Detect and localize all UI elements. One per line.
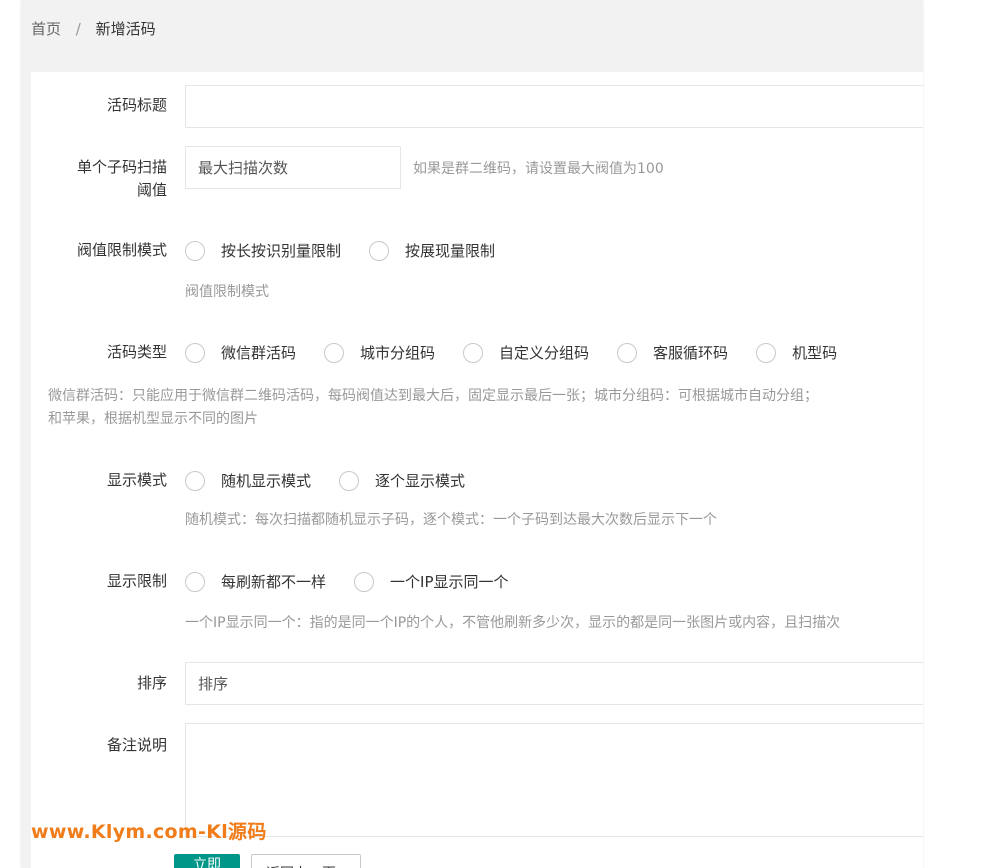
radio-circle-icon — [463, 342, 484, 363]
radio-circle-icon — [185, 571, 205, 592]
title-label: 活码标题 — [106, 96, 167, 114]
radio-circle-icon — [185, 470, 205, 491]
radio-threshold-longpress[interactable]: 按长按识别量限制 — [185, 240, 341, 261]
threshold-aux: 如果是群二维码，请设置最大阀值为100 — [413, 161, 664, 177]
content-frame: 首页 / 新增活码 活码标题 单个子码扫描 阈值 如果是群二维码，请设置最大阀值… — [21, 0, 923, 868]
radio-circle-icon — [185, 342, 205, 363]
breadcrumb-separator: / — [75, 20, 81, 38]
radio-threshold-impression[interactable]: 按展现量限制 — [369, 240, 495, 261]
radio-code-device[interactable]: 机型码 — [756, 342, 837, 363]
form-panel: 活码标题 单个子码扫描 阈值 如果是群二维码，请设置最大阀值为100 阀值限制模… — [31, 72, 923, 868]
display-mode-note: 随机模式：每次扫描都随机显示子码，逐个模式：一个子码到达最大次数后显示下一个 — [185, 512, 717, 528]
title-input[interactable] — [185, 85, 923, 128]
threshold-input[interactable] — [185, 146, 401, 189]
watermark-text: www.Klym.com-Kl源码 — [31, 821, 267, 843]
radio-code-custom-group[interactable]: 自定义分组码 — [463, 342, 589, 363]
radio-circle-icon — [339, 470, 360, 491]
radio-limit-refresh-different[interactable]: 每刷新都不一样 — [185, 571, 326, 592]
radio-circle-icon — [354, 571, 375, 592]
radio-code-wechat-group[interactable]: 微信群活码 — [185, 342, 296, 363]
threshold-mode-label: 阀值限制模式 — [76, 241, 167, 259]
radio-circle-icon — [369, 240, 390, 261]
radio-circle-icon — [185, 240, 205, 261]
breadcrumb-current: 新增活码 — [95, 20, 156, 38]
radio-circle-icon — [617, 342, 638, 363]
threshold-label-line1: 单个子码扫描 — [76, 158, 167, 176]
threshold-mode-radios: 按长按识别量限制 按展现量限制 — [185, 240, 523, 261]
threshold-label: 单个子码扫描 阈值 — [31, 156, 167, 202]
back-button[interactable]: 返回上一页 — [251, 854, 361, 868]
radio-limit-ip-same[interactable]: 一个IP显示同一个 — [354, 571, 509, 592]
radio-circle-icon — [756, 342, 777, 363]
threshold-mode-note: 阀值限制模式 — [185, 284, 269, 300]
breadcrumb-home[interactable]: 首页 — [31, 20, 61, 38]
display-mode-label: 显示模式 — [106, 471, 167, 489]
radio-display-random[interactable]: 随机显示模式 — [185, 470, 311, 491]
display-mode-radios: 随机显示模式 逐个显示模式 — [185, 470, 493, 491]
code-type-label: 活码类型 — [106, 343, 167, 361]
submit-button[interactable]: 立即提交 — [174, 854, 240, 868]
display-limit-label: 显示限制 — [106, 572, 167, 590]
code-type-note-line2: 和苹果，根据机型显示不同的图片 — [48, 411, 258, 427]
radio-code-service-loop[interactable]: 客服循环码 — [617, 342, 728, 363]
radio-display-sequential[interactable]: 逐个显示模式 — [339, 470, 465, 491]
breadcrumb: 首页 / 新增活码 — [31, 18, 156, 39]
code-type-note-line1: 微信群活码：只能应用于微信群二维码活码，每码阀值达到最大后，固定显示最后一张；城… — [48, 388, 818, 404]
code-type-radios: 微信群活码 城市分组码 自定义分组码 客服循环码 机型码 — [185, 342, 865, 363]
sort-label: 排序 — [136, 674, 167, 692]
threshold-label-line2: 阈值 — [136, 181, 167, 199]
sort-input[interactable] — [185, 662, 923, 705]
display-limit-radios: 每刷新都不一样 一个IP显示同一个 — [185, 571, 537, 592]
remark-textarea[interactable] — [185, 723, 923, 837]
radio-circle-icon — [324, 342, 345, 363]
remark-label: 备注说明 — [106, 736, 167, 754]
display-limit-note: 一个IP显示同一个：指的是同一个IP的个人，不管他刷新多少次，显示的都是同一张图… — [185, 615, 841, 631]
radio-code-city-group[interactable]: 城市分组码 — [324, 342, 435, 363]
